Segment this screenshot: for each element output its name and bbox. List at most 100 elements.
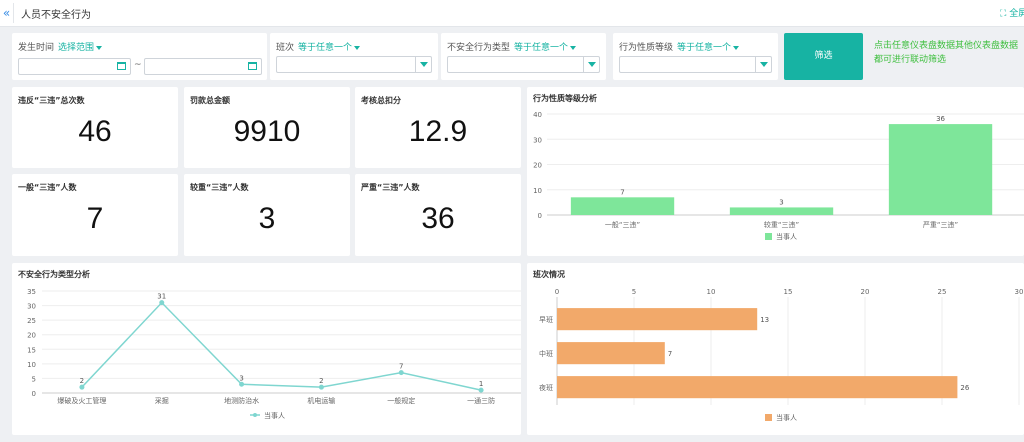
chart-title: 不安全行为类型分析 [18,270,90,279]
data-label: 26 [960,384,969,392]
y-tick-label: 30 [533,136,542,144]
data-label: 13 [760,316,769,324]
series-line [81,301,482,391]
legend-swatch [765,233,772,240]
chevron-down-icon [733,45,740,50]
x-tick-label: 爆破及火工管理 [57,396,106,405]
calendar-icon[interactable] [117,62,126,70]
filter-behavior-type-panel: 不安全行为类型 等于任意一个 [441,33,606,80]
filter-severity-panel: 行为性质等级 等于任意一个 [613,33,778,80]
date-separator: ~ [134,60,142,70]
kpi-value: 12.9 [408,115,468,148]
severity-chart-panel: 行为性质等级分析 0 10 20 30 40 7 一般“三违” 3 较重“三违” 36 严重“三违”… [527,87,1024,256]
kpi-card-total-deduction[interactable]: 考核总扣分 12.9 [355,87,521,168]
page-title: 人员不安全行为 [21,10,91,21]
data-label: 1 [479,380,483,388]
bar [729,207,834,215]
kpi-title: 较重“三违”人数 [190,183,249,192]
data-point [239,381,245,387]
y-tick-label: 早班 [539,315,553,324]
kpi-value: 9910 [233,115,301,148]
filter-shift-panel: 班次 等于任意一个 [270,33,438,80]
x-tick-label: 25 [938,288,947,296]
behavior-type-line-chart: 0 5 10 15 20 25 30 35 2 爆破及火工管理 31 采掘 3 地测防治水 2 机电运输 7 一般… [27,288,521,420]
severity-bar-chart: 0 10 20 30 40 7 一般“三违” 3 较重“三违” 36 严重“三违” 当事人 [533,111,1024,241]
kpi-value: 7 [86,202,104,235]
y-tick-label: 0 [32,390,36,398]
fullscreen-icon: ⛶ [1000,9,1007,19]
calendar-icon[interactable] [248,62,257,70]
bar [570,197,675,215]
legend-marker [253,413,257,417]
bar [888,124,993,215]
top-bar: « 人员不安全行为 ⛶ 全屏 [0,0,1024,27]
x-tick-label: 20 [861,288,870,296]
x-tick-label: 30 [1015,288,1024,296]
x-tick-label: 0 [555,288,559,296]
time-range-link[interactable]: 选择范围 [58,43,94,53]
data-point [478,387,484,393]
legend-label: 当事人 [776,413,797,422]
start-date-input[interactable] [18,58,131,75]
y-tick-label: 20 [27,332,36,340]
kpi-card-general-violations[interactable]: 一般“三违”人数 7 [12,174,178,256]
y-tick-label: 40 [533,111,542,119]
severity-select[interactable] [619,56,772,73]
x-tick-label: 10 [707,288,716,296]
x-tick-label: 一般“三违” [605,220,640,229]
kpi-card-total-fines[interactable]: 罚款总金额 9910 [184,87,350,168]
x-tick-label: 采掘 [155,396,169,405]
chart-title: 班次情况 [533,270,565,279]
filter-behavior-type-label: 不安全行为类型 等于任意一个 [447,40,577,53]
y-tick-label: 5 [32,375,36,383]
behavior-type-condition-link[interactable]: 等于任意一个 [514,43,568,53]
data-label: 2 [319,377,323,385]
chevron-down-icon [570,45,577,50]
filter-shift-label: 班次 等于任意一个 [276,40,361,53]
x-tick-label: 一般规定 [387,396,415,405]
behavior-type-select[interactable] [447,56,600,73]
behavior-type-chart-panel: 不安全行为类型分析 0 5 10 15 20 25 30 35 2 爆破及火工管理 31 采掘 3 地测防… [12,263,521,435]
kpi-card-total-violations[interactable]: 违反“三违”总次数 46 [12,87,178,168]
y-tick-label: 25 [27,317,36,325]
kpi-title: 考核总扣分 [361,96,401,105]
kpi-value: 36 [421,202,455,235]
y-tick-label: 10 [27,361,36,369]
severity-condition-link[interactable]: 等于任意一个 [677,43,731,53]
data-label: 3 [779,198,783,206]
shift-condition-link[interactable]: 等于任意一个 [298,43,352,53]
chart-title: 行为性质等级分析 [533,94,597,103]
dropdown-arrow-icon[interactable] [755,57,771,72]
fullscreen-button[interactable]: ⛶ 全屏 [1000,6,1024,19]
x-tick-label: 一通三防 [467,396,495,405]
data-point [79,384,85,390]
kpi-card-serious-violations[interactable]: 较重“三违”人数 3 [184,174,350,256]
kpi-value: 46 [78,115,112,148]
data-label: 3 [239,374,243,382]
filter-time-panel: 发生时间 选择范围 ~ [12,33,267,80]
dropdown-arrow-icon[interactable] [583,57,599,72]
x-tick-label: 机电运输 [307,396,335,405]
y-tick-label: 20 [533,162,542,170]
data-label: 31 [157,293,166,301]
end-date-input[interactable] [144,58,262,75]
dropdown-arrow-icon[interactable] [415,57,431,72]
kpi-title: 罚款总金额 [190,96,230,105]
kpi-title: 一般“三违”人数 [18,183,77,192]
collapse-sidebar-icon[interactable]: « [0,3,14,23]
data-point [318,384,324,390]
legend-label: 当事人 [776,232,797,241]
x-tick-label: 地测防治水 [224,396,259,405]
y-tick-label: 35 [27,288,36,296]
filter-button[interactable]: 筛选 [784,33,863,80]
x-tick-label: 5 [632,288,636,296]
y-tick-label: 30 [27,303,36,311]
x-tick-label: 严重“三违” [923,221,958,229]
shift-select[interactable] [276,56,432,73]
linkage-hint: 点击任意仪表盘数据其他仪表盘数据都可进行联动筛选 [874,41,1019,65]
data-label: 2 [80,377,84,385]
chevron-down-icon [354,45,361,50]
kpi-card-severe-violations[interactable]: 严重“三违”人数 36 [355,174,521,256]
y-tick-label: 15 [27,346,36,354]
kpi-value: 3 [258,202,276,235]
